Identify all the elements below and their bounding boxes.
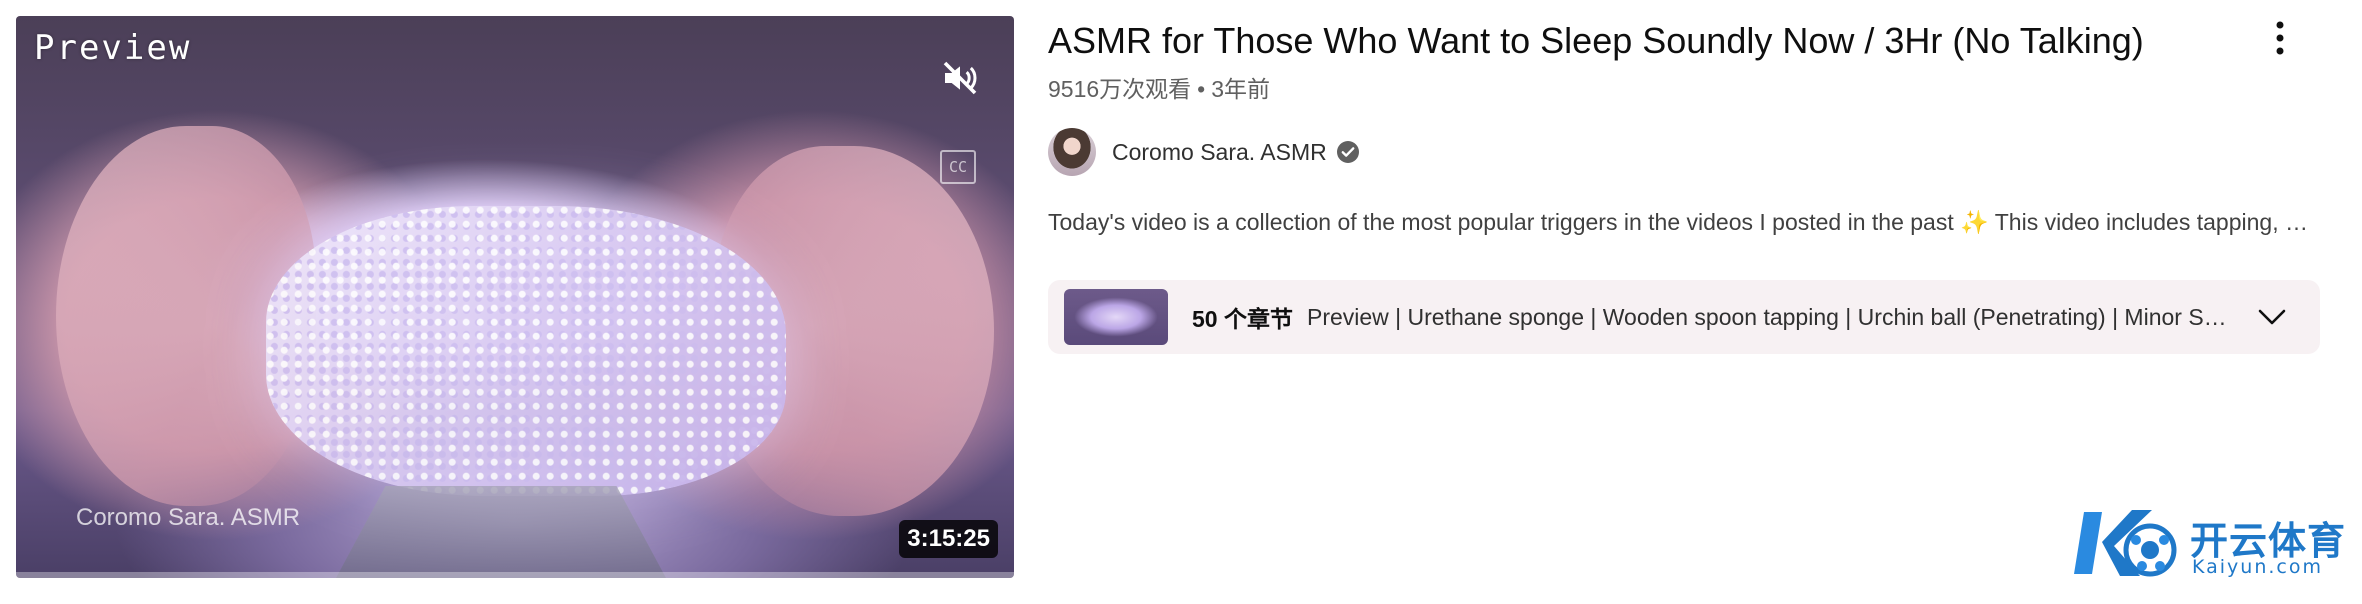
closed-captions-button[interactable]: CC bbox=[940, 150, 976, 184]
video-thumbnail[interactable]: Preview CC Coromo Sara. ASMR 3:15:25 bbox=[16, 16, 1014, 578]
video-description[interactable]: Today's video is a collection of the mos… bbox=[1048, 206, 2313, 238]
video-progress-bar[interactable] bbox=[16, 572, 1014, 578]
duration-badge: 3:15:25 bbox=[899, 520, 998, 558]
more-actions-button[interactable] bbox=[2256, 14, 2304, 62]
thumbnail-channel-watermark: Coromo Sara. ASMR bbox=[76, 504, 301, 531]
kaiyun-logo-mark-icon bbox=[2074, 510, 2177, 577]
chevron-down-icon[interactable] bbox=[2254, 299, 2290, 335]
chapters-panel[interactable]: 50 个章节 Preview | Urethane sponge | Woode… bbox=[1048, 280, 2320, 354]
mute-button[interactable] bbox=[934, 52, 986, 104]
channel-row: Coromo Sara. ASMR bbox=[1048, 128, 1361, 176]
thumbnail-microphone-stand bbox=[336, 486, 666, 578]
upload-age: 3年前 bbox=[1211, 76, 1271, 102]
verified-check-icon bbox=[1335, 139, 1361, 165]
kaiyun-logo: 开云体育 Kaiyun.com bbox=[2074, 500, 2354, 586]
video-metadata: 9516万次观看 • 3年前 bbox=[1048, 70, 1270, 104]
more-vertical-icon bbox=[2276, 21, 2284, 55]
chapter-thumbnail bbox=[1064, 289, 1168, 345]
chapter-count: 50 个章节 bbox=[1192, 306, 1293, 332]
channel-name[interactable]: Coromo Sara. ASMR bbox=[1112, 139, 1327, 166]
view-count: 9516万次观看 bbox=[1048, 76, 1192, 102]
thumbnail-sponge bbox=[266, 206, 786, 496]
chapter-list: Preview | Urethane sponge | Wooden spoon… bbox=[1306, 303, 2227, 330]
preview-label: Preview bbox=[34, 28, 192, 68]
meta-separator: • bbox=[1197, 76, 1206, 102]
logo-text-en: Kaiyun.com bbox=[2192, 556, 2323, 578]
video-title[interactable]: ASMR for Those Who Want to Sleep Soundly… bbox=[1048, 18, 2228, 64]
channel-avatar[interactable] bbox=[1048, 128, 1096, 176]
volume-off-icon bbox=[943, 61, 977, 95]
